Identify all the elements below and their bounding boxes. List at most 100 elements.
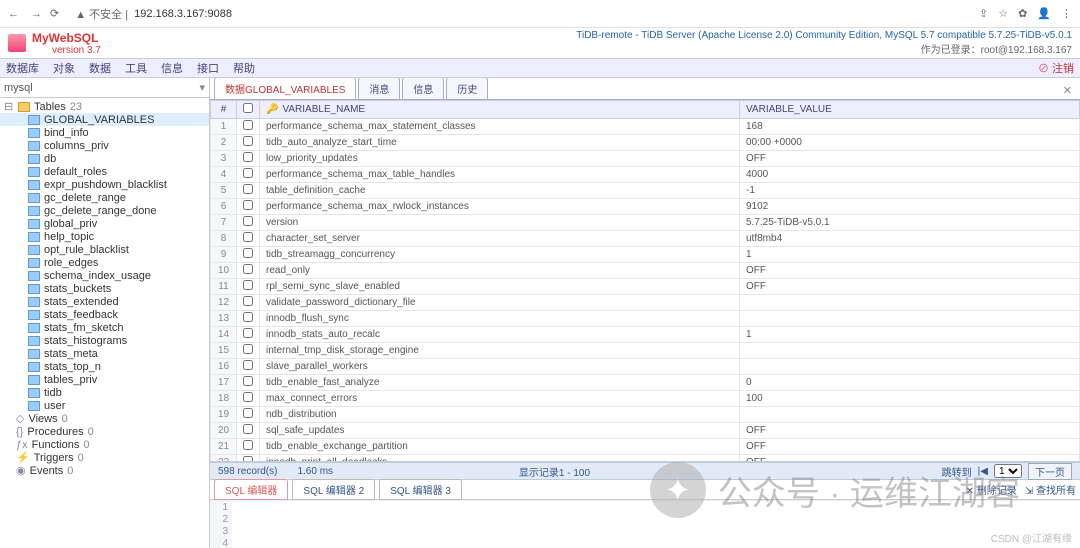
- tree-table-item[interactable]: GLOBAL_VARIABLES: [0, 113, 209, 126]
- cell-value[interactable]: 0: [740, 375, 1080, 391]
- tree-group-item[interactable]: ◉Events 0: [0, 464, 209, 477]
- col-checkbox[interactable]: [237, 101, 260, 119]
- cell-name[interactable]: performance_schema_max_statement_classes: [260, 119, 740, 135]
- next-page-button[interactable]: 下一页: [1028, 463, 1072, 480]
- tree-table-item[interactable]: bind_info: [0, 126, 209, 139]
- cell-name[interactable]: rpl_semi_sync_slave_enabled: [260, 279, 740, 295]
- cell-name[interactable]: sql_safe_updates: [260, 423, 740, 439]
- tree-table-item[interactable]: global_priv: [0, 217, 209, 230]
- tree-table-item[interactable]: role_edges: [0, 256, 209, 269]
- table-row[interactable]: 11rpl_semi_sync_slave_enabledOFF: [211, 279, 1080, 295]
- tree-table-item[interactable]: user: [0, 399, 209, 412]
- cell-name[interactable]: innodb_flush_sync: [260, 311, 740, 327]
- cell-name[interactable]: tidb_enable_fast_analyze: [260, 375, 740, 391]
- menu-objects[interactable]: 对象: [53, 60, 75, 76]
- sql-tab-3[interactable]: SQL 编辑器 3: [379, 479, 462, 500]
- cell-name[interactable]: validate_password_dictionary_file: [260, 295, 740, 311]
- table-row[interactable]: 10read_onlyOFF: [211, 263, 1080, 279]
- menu-icon[interactable]: ⋮: [1061, 7, 1072, 20]
- row-checkbox[interactable]: [243, 168, 253, 178]
- tree-table-item[interactable]: stats_buckets: [0, 282, 209, 295]
- cell-name[interactable]: character_set_server: [260, 231, 740, 247]
- cell-value[interactable]: 1: [740, 327, 1080, 343]
- table-row[interactable]: 7version5.7.25-TiDB-v5.0.1: [211, 215, 1080, 231]
- row-checkbox[interactable]: [243, 248, 253, 258]
- tree-table-item[interactable]: schema_index_usage: [0, 269, 209, 282]
- cell-name[interactable]: max_connect_errors: [260, 391, 740, 407]
- row-checkbox[interactable]: [243, 200, 253, 210]
- cell-name[interactable]: innodb_stats_auto_recalc: [260, 327, 740, 343]
- table-row[interactable]: 3low_priority_updatesOFF: [211, 151, 1080, 167]
- table-row[interactable]: 6performance_schema_max_rwlock_instances…: [211, 199, 1080, 215]
- tree-table-item[interactable]: stats_fm_sketch: [0, 321, 209, 334]
- menu-interface[interactable]: 接口: [197, 60, 219, 76]
- close-tabs-icon[interactable]: ✕: [1059, 82, 1076, 99]
- cell-value[interactable]: [740, 343, 1080, 359]
- cell-name[interactable]: tidb_streamagg_concurrency: [260, 247, 740, 263]
- cell-value[interactable]: OFF: [740, 455, 1080, 463]
- tree-table-item[interactable]: stats_histograms: [0, 334, 209, 347]
- cell-value[interactable]: OFF: [740, 439, 1080, 455]
- row-checkbox[interactable]: [243, 136, 253, 146]
- table-row[interactable]: 15internal_tmp_disk_storage_engine: [211, 343, 1080, 359]
- row-checkbox[interactable]: [243, 360, 253, 370]
- forward-icon[interactable]: →: [31, 8, 42, 20]
- cell-name[interactable]: performance_schema_max_rwlock_instances: [260, 199, 740, 215]
- menu-help[interactable]: 帮助: [233, 60, 255, 76]
- table-row[interactable]: 4performance_schema_max_table_handles400…: [211, 167, 1080, 183]
- sql-tab-2[interactable]: SQL 编辑器 2: [292, 479, 375, 500]
- row-checkbox[interactable]: [243, 216, 253, 226]
- table-row[interactable]: 2tidb_auto_analyze_start_time00:00 +0000: [211, 135, 1080, 151]
- cell-value[interactable]: OFF: [740, 423, 1080, 439]
- tree-table-item[interactable]: stats_feedback: [0, 308, 209, 321]
- cell-value[interactable]: 5.7.25-TiDB-v5.0.1: [740, 215, 1080, 231]
- cell-value[interactable]: 168: [740, 119, 1080, 135]
- tree-table-item[interactable]: stats_meta: [0, 347, 209, 360]
- cell-name[interactable]: low_priority_updates: [260, 151, 740, 167]
- row-checkbox[interactable]: [243, 440, 253, 450]
- select-all-checkbox[interactable]: [243, 103, 253, 113]
- table-row[interactable]: 16slave_parallel_workers: [211, 359, 1080, 375]
- delete-record-link[interactable]: ✕ 删除记录: [966, 482, 1017, 497]
- cell-name[interactable]: tidb_auto_analyze_start_time: [260, 135, 740, 151]
- row-checkbox[interactable]: [243, 232, 253, 242]
- table-row[interactable]: 20sql_safe_updatesOFF: [211, 423, 1080, 439]
- cell-name[interactable]: ndb_distribution: [260, 407, 740, 423]
- row-checkbox[interactable]: [243, 184, 253, 194]
- cell-value[interactable]: 00:00 +0000: [740, 135, 1080, 151]
- cell-name[interactable]: slave_parallel_workers: [260, 359, 740, 375]
- database-select[interactable]: mysql ▾: [0, 78, 209, 98]
- cell-name[interactable]: version: [260, 215, 740, 231]
- table-row[interactable]: 5table_definition_cache-1: [211, 183, 1080, 199]
- table-row[interactable]: 17tidb_enable_fast_analyze0: [211, 375, 1080, 391]
- table-row[interactable]: 13innodb_flush_sync: [211, 311, 1080, 327]
- table-row[interactable]: 21tidb_enable_exchange_partitionOFF: [211, 439, 1080, 455]
- share-icon[interactable]: ⇪: [979, 7, 988, 20]
- tree-group-item[interactable]: {}Procedures 0: [0, 425, 209, 438]
- tree-table-item[interactable]: columns_priv: [0, 139, 209, 152]
- col-variable-name[interactable]: 🔑VARIABLE_NAME: [260, 101, 740, 119]
- profile-icon[interactable]: 👤: [1037, 7, 1051, 20]
- menu-tools[interactable]: 工具: [125, 60, 147, 76]
- prev-page-icon[interactable]: |◀: [978, 466, 988, 477]
- extension-icon[interactable]: ✿: [1018, 7, 1027, 20]
- row-checkbox[interactable]: [243, 152, 253, 162]
- row-checkbox[interactable]: [243, 280, 253, 290]
- cell-name[interactable]: table_definition_cache: [260, 183, 740, 199]
- cell-value[interactable]: [740, 295, 1080, 311]
- table-row[interactable]: 22innodb_print_all_deadlocksOFF: [211, 455, 1080, 463]
- row-checkbox[interactable]: [243, 264, 253, 274]
- row-checkbox[interactable]: [243, 424, 253, 434]
- cell-value[interactable]: [740, 311, 1080, 327]
- table-row[interactable]: 9tidb_streamagg_concurrency1: [211, 247, 1080, 263]
- table-row[interactable]: 19ndb_distribution: [211, 407, 1080, 423]
- page-select[interactable]: 1: [994, 464, 1022, 478]
- tree-table-item[interactable]: stats_top_n: [0, 360, 209, 373]
- back-icon[interactable]: ←: [8, 8, 19, 20]
- tree-table-item[interactable]: default_roles: [0, 165, 209, 178]
- tree-group-item[interactable]: ⚡Triggers 0: [0, 451, 209, 464]
- tree-table-item[interactable]: opt_rule_blacklist: [0, 243, 209, 256]
- table-row[interactable]: 8character_set_serverutf8mb4: [211, 231, 1080, 247]
- logout-link[interactable]: ⊘ 注销: [1038, 60, 1074, 76]
- cell-value[interactable]: OFF: [740, 151, 1080, 167]
